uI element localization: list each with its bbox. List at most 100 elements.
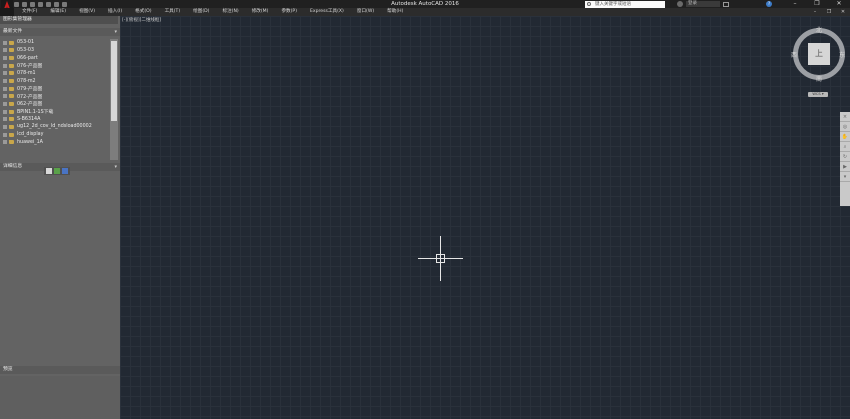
folder-tree-item[interactable]: S-B6314A xyxy=(0,115,110,123)
menu-insert[interactable]: 插入(I) xyxy=(108,8,122,16)
expand-icon[interactable] xyxy=(3,132,7,137)
search-input[interactable]: 键入关键字或短语 xyxy=(585,0,665,8)
folder-name: 076-产品图 xyxy=(17,64,43,70)
doc-restore-button[interactable]: ❐ xyxy=(826,8,832,16)
viewport-controls-label[interactable]: [-][俯视][二维线框] xyxy=(122,17,161,23)
save-icon[interactable] xyxy=(30,1,35,7)
save-as-icon[interactable] xyxy=(38,1,43,7)
sign-in-button[interactable]: 登录 xyxy=(686,1,720,7)
folder-name: S-B6314A xyxy=(17,116,41,122)
menu-modify[interactable]: 修改(M) xyxy=(252,8,269,16)
viewcube[interactable]: 上 北 南 东 西 WCS ▾ xyxy=(791,25,845,97)
folder-icon xyxy=(9,140,14,145)
menu-draw[interactable]: 绘图(D) xyxy=(193,8,209,16)
folder-tree-item[interactable]: 078-m2 xyxy=(0,77,110,85)
zoom-icon[interactable]: ⌕ xyxy=(840,142,850,152)
chevron-down-icon[interactable]: ▾ xyxy=(114,163,117,171)
folder-tree-item[interactable]: 053-03 xyxy=(0,47,110,55)
folder-tree-item[interactable]: huawei_1A xyxy=(0,138,110,146)
menu-dimension[interactable]: 标注(N) xyxy=(222,8,238,16)
menu-format[interactable]: 格式(O) xyxy=(135,8,151,16)
folder-name: lcd_display xyxy=(17,132,44,137)
preview-header-label: 预览 xyxy=(3,367,13,372)
folders-header-label: 最新文件 xyxy=(3,29,23,34)
exchange-apps-icon[interactable] xyxy=(723,1,729,7)
user-icon[interactable] xyxy=(677,1,683,7)
menu-edit[interactable]: 编辑(E) xyxy=(50,8,66,16)
quick-access-toolbar xyxy=(14,0,67,8)
expand-icon[interactable] xyxy=(3,140,7,145)
new-file-icon[interactable] xyxy=(14,1,19,7)
expand-icon[interactable] xyxy=(3,109,7,114)
showmotion-icon[interactable]: ▶ xyxy=(840,162,850,172)
folder-tree-item[interactable]: ug12_2d_cov_ld_ndsload00002 xyxy=(0,123,110,131)
open-file-icon[interactable] xyxy=(22,1,27,7)
menu-express-tools[interactable]: Express工具(X) xyxy=(310,8,344,16)
close-button[interactable]: ✕ xyxy=(828,0,850,8)
menu-tools[interactable]: 工具(T) xyxy=(165,8,181,16)
folder-icon xyxy=(9,63,14,68)
folder-tree-item[interactable]: 066-part xyxy=(0,54,110,62)
plot-icon[interactable] xyxy=(62,1,67,7)
views-icon[interactable] xyxy=(62,168,68,174)
orbit-icon[interactable]: ↻ xyxy=(840,152,850,162)
expand-icon[interactable] xyxy=(3,86,7,91)
expand-icon[interactable] xyxy=(3,56,7,61)
wcs-menu[interactable]: WCS ▾ xyxy=(808,92,828,97)
folder-tree-item[interactable]: 072-产品图 xyxy=(0,92,110,100)
folders-header: 最新文件 ▾ xyxy=(0,28,120,36)
folder-tree-item[interactable]: 079-产品图 xyxy=(0,85,110,93)
menu-view[interactable]: 视图(V) xyxy=(79,8,95,16)
folder-tree-scrollbar[interactable] xyxy=(110,39,118,160)
menu-help[interactable]: 帮助(H) xyxy=(387,8,403,16)
menu-window[interactable]: 窗口(W) xyxy=(357,8,374,16)
expand-icon[interactable] xyxy=(3,40,7,45)
nav-options-icon[interactable]: ▾ xyxy=(840,172,850,182)
expand-icon[interactable] xyxy=(3,117,7,122)
viewcube-top-face[interactable]: 上 xyxy=(808,43,830,65)
compass-north[interactable]: 北 xyxy=(816,25,822,34)
folder-tree-item[interactable]: 062-产品图 xyxy=(0,100,110,108)
folder-tree-item[interactable]: lcd_display xyxy=(0,131,110,139)
expand-icon[interactable] xyxy=(3,63,7,68)
pan-icon[interactable]: ✋ xyxy=(840,132,850,142)
folder-tree-item[interactable]: 053-01 xyxy=(0,39,110,47)
scrollbar-thumb[interactable] xyxy=(111,41,117,121)
expand-icon[interactable] xyxy=(3,79,7,84)
preview-header: 预览 xyxy=(0,366,120,374)
folder-icon xyxy=(9,101,14,106)
menu-parametric[interactable]: 参数(P) xyxy=(281,8,297,16)
folder-tree-item[interactable]: 076-产品图 xyxy=(0,62,110,70)
expand-icon[interactable] xyxy=(3,94,7,99)
undo-icon[interactable] xyxy=(46,1,51,7)
redo-icon[interactable] xyxy=(54,1,59,7)
load-icon[interactable] xyxy=(46,168,52,174)
expand-icon[interactable] xyxy=(3,71,7,76)
minimize-button[interactable]: – xyxy=(784,0,806,8)
folder-icon xyxy=(9,132,14,137)
doc-close-button[interactable]: ✕ xyxy=(840,8,846,16)
doc-minimize-button[interactable]: – xyxy=(812,8,818,16)
folder-tree[interactable]: 053-01 053-03 066-part 076-产品图 078-m1 07… xyxy=(0,39,110,160)
folder-icon xyxy=(9,94,14,99)
steering-wheel-icon[interactable]: ◎ xyxy=(840,122,850,132)
menu-file[interactable]: 文件(F) xyxy=(22,8,37,16)
cursor-pickbox xyxy=(436,254,445,263)
expand-icon[interactable] xyxy=(3,124,7,129)
expand-icon[interactable] xyxy=(3,101,7,106)
compass-south[interactable]: 南 xyxy=(816,74,822,83)
help-area: ? xyxy=(766,0,772,8)
drawing-viewport[interactable]: [-][俯视][二维线框] xyxy=(120,16,850,419)
nav-close-icon[interactable]: × xyxy=(840,112,850,122)
compass-east[interactable]: 东 xyxy=(839,50,845,59)
expand-icon[interactable] xyxy=(3,48,7,53)
chevron-down-icon[interactable]: ▾ xyxy=(114,28,117,36)
navigation-bar: × ◎ ✋ ⌕ ↻ ▶ ▾ xyxy=(840,112,850,206)
maximize-button[interactable]: ❐ xyxy=(806,0,828,8)
refresh-icon[interactable] xyxy=(54,168,60,174)
help-icon[interactable]: ? xyxy=(766,1,772,7)
compass-west[interactable]: 西 xyxy=(791,50,797,59)
folder-tree-item[interactable]: 078-m1 xyxy=(0,70,110,78)
folder-tree-item[interactable]: BPIN1.1-1S下载 xyxy=(0,108,110,116)
menu-bar-spacer xyxy=(0,8,14,16)
